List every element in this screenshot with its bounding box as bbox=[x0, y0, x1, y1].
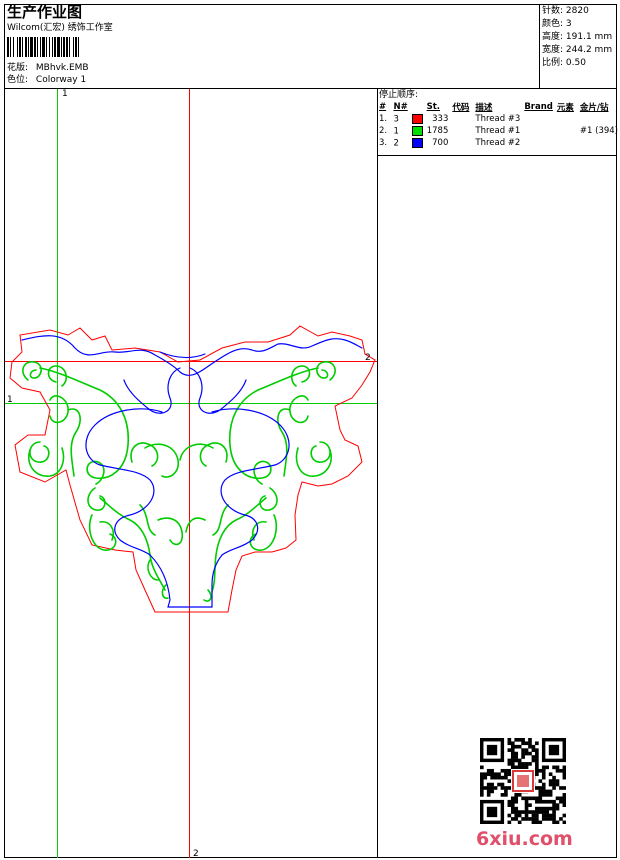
green-h-guide-label: 1 bbox=[7, 395, 13, 405]
design-canvas: 1 1 2 2 bbox=[5, 89, 377, 859]
green-v-guide-label: 1 bbox=[62, 89, 68, 99]
qr-code bbox=[480, 738, 567, 825]
green-stitches bbox=[22, 361, 336, 602]
red-v-guide-label: 2 bbox=[193, 849, 199, 859]
red-h-guide-label: 2 bbox=[365, 353, 371, 363]
qr-code-graphic bbox=[480, 738, 567, 825]
watermark-text: 6xiu.com bbox=[476, 828, 573, 850]
